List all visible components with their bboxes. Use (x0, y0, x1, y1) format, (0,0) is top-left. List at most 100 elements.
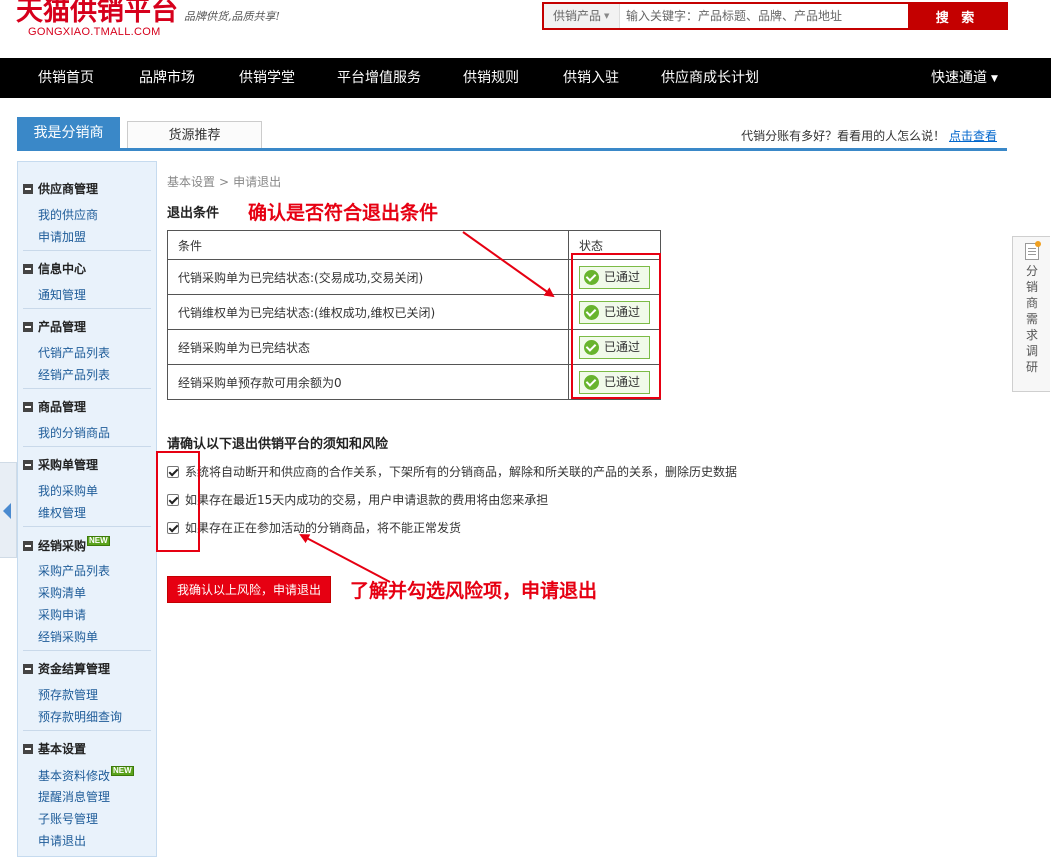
nav-brand-market[interactable]: 品牌市场 (139, 58, 195, 98)
sidebar-group-wholesale-purchase[interactable]: 经销采购 NEW (23, 536, 110, 554)
sidebar-item-purchase-request[interactable]: 采购申请 (38, 606, 86, 623)
risk-section-title: 请确认以下退出供销平台的须知和风险 (167, 437, 389, 452)
sidebar-item-apply-exit[interactable]: 申请退出 (38, 832, 86, 849)
sidebar-group-products[interactable]: 产品管理 (23, 318, 86, 335)
sidebar-item-my-suppliers[interactable]: 我的供应商 (38, 206, 98, 223)
breadcrumb-current: 申请退出 (233, 175, 282, 189)
logo-slogan: 品牌供货,品质共享! (184, 10, 280, 23)
sidebar-item-label: 基本资料修改 (38, 769, 111, 783)
nav-rules[interactable]: 供销规则 (463, 58, 519, 98)
collapse-icon (23, 541, 33, 551)
confirm-exit-button[interactable]: 我确认以上风险，申请退出 (167, 576, 331, 603)
nav-join[interactable]: 供销入驻 (563, 58, 619, 98)
tmall-gongxiao-logo[interactable]: 天猫供销平台 品牌供货,品质共享! GONGXIAO.TMALL.COM (16, 0, 306, 40)
breadcrumb-separator: > (219, 175, 230, 189)
divider (23, 308, 151, 309)
sidebar-item-notifications[interactable]: 通知管理 (38, 286, 86, 303)
sidebar-group-label: 经销采购 (38, 539, 87, 553)
column-header-condition: 条件 (167, 230, 569, 260)
sidebar-group-purchase-orders[interactable]: 采购单管理 (23, 456, 98, 473)
sidebar-item-edit-profile[interactable]: 基本资料修改 NEW (38, 766, 134, 784)
risk-item: 系统将自动断开和供应商的合作关系，下架所有的分销商品，解除和所关联的产品的关系，… (167, 463, 737, 480)
sidebar-group-label: 资金结算管理 (38, 662, 111, 676)
survey-label: 分销商需求调研 (1025, 264, 1038, 374)
tab-source-recommend[interactable]: 货源推荐 (127, 121, 262, 149)
sidebar-group-supplier[interactable]: 供应商管理 (23, 180, 98, 197)
sidebar-item-wholesale-products[interactable]: 经销产品列表 (38, 366, 110, 383)
condition-cell: 经销采购单为已完结状态 (167, 329, 569, 365)
main-nav: 供销首页 品牌市场 供销学堂 平台增值服务 供销规则 供销入驻 供应商成长计划 … (0, 58, 1051, 98)
nav-academy[interactable]: 供销学堂 (239, 58, 295, 98)
new-badge: NEW (111, 766, 134, 776)
collapse-icon (23, 664, 33, 674)
dropdown-arrow-icon: ▼ (604, 12, 610, 20)
new-badge: NEW (87, 536, 110, 546)
nav-growth-plan[interactable]: 供应商成长计划 (661, 58, 759, 98)
sidebar-item-reminders[interactable]: 提醒消息管理 (38, 788, 110, 805)
sidebar-item-rights-management[interactable]: 维权管理 (38, 504, 86, 521)
condition-cell: 经销采购单预存款可用余额为0 (167, 364, 569, 400)
sidebar-item-my-purchase-orders[interactable]: 我的采购单 (38, 482, 98, 499)
sidebar-item-purchase-product-list[interactable]: 采购产品列表 (38, 562, 110, 579)
promo-notice-link[interactable]: 点击查看 (949, 129, 997, 143)
annotation-check-risks: 了解并勾选风险项，申请退出 (350, 580, 598, 602)
collapse-icon (23, 184, 33, 194)
collapse-icon (23, 402, 33, 412)
sidebar-group-label: 商品管理 (38, 400, 87, 414)
quick-access-label: 快速通道 (931, 70, 987, 86)
search-input[interactable] (620, 4, 908, 28)
divider (23, 388, 151, 389)
breadcrumb-item[interactable]: 基本设置 (167, 175, 215, 189)
sidebar-item-apply-join[interactable]: 申请加盟 (38, 228, 86, 245)
checkbox-highlight-box (156, 451, 200, 552)
annotation-arrow-to-checkboxes (299, 534, 391, 583)
caret-down-icon: ▼ (991, 74, 998, 84)
nav-home[interactable]: 供销首页 (38, 58, 94, 98)
status-highlight-box (571, 253, 661, 399)
logo-domain: GONGXIAO.TMALL.COM (28, 26, 161, 38)
divider (23, 730, 151, 731)
sidebar-item-wholesale-orders[interactable]: 经销采购单 (38, 628, 98, 645)
collapse-icon (23, 264, 33, 274)
divider (23, 650, 151, 651)
nav-value-added[interactable]: 平台增值服务 (337, 58, 421, 98)
risk-item: 如果存在最近15天内成功的交易，用户申请退款的费用将由您来承担 (167, 491, 548, 508)
breadcrumb: 基本设置 > 申请退出 (167, 173, 281, 190)
collapse-icon (23, 460, 33, 470)
tab-distributor[interactable]: 我是分销商 (17, 117, 120, 149)
sidebar-group-label: 基本设置 (38, 742, 87, 756)
search-button[interactable]: 搜 索 (908, 4, 1006, 28)
risk-text: 系统将自动断开和供应商的合作关系，下架所有的分销商品，解除和所关联的产品的关系，… (185, 465, 738, 479)
sidebar-item-purchase-list[interactable]: 采购清单 (38, 584, 86, 601)
sidebar-group-label: 供应商管理 (38, 182, 99, 196)
sidebar-item-consign-products[interactable]: 代销产品列表 (38, 344, 110, 361)
divider (23, 526, 151, 527)
risk-text: 如果存在正在参加活动的分销商品，将不能正常发货 (185, 521, 462, 535)
survey-notepad-icon (1025, 241, 1041, 260)
survey-floating-tab[interactable]: 分销商需求调研 (1012, 236, 1050, 392)
search-category-label: 供销产品 (553, 9, 602, 23)
promo-notice-text: 代销分账有多好？看看用的人怎么说！ (741, 129, 946, 143)
collapse-icon (23, 322, 33, 332)
promo-notice: 代销分账有多好？看看用的人怎么说！ 点击查看 (741, 127, 997, 144)
sidebar-group-label: 信息中心 (38, 262, 87, 276)
risk-text: 如果存在最近15天内成功的交易，用户申请退款的费用将由您来承担 (185, 493, 549, 507)
search-category-select[interactable]: 供销产品 ▼ (544, 4, 620, 28)
divider (23, 250, 151, 251)
sidebar-item-deposit-details[interactable]: 预存款明细查询 (38, 708, 122, 725)
sidebar-group-settings[interactable]: 基本设置 (23, 740, 86, 757)
sidebar-group-label: 产品管理 (38, 320, 87, 334)
sidebar-group-goods[interactable]: 商品管理 (23, 398, 86, 415)
logo-title: 天猫供销平台 (16, 0, 178, 27)
risk-item: 如果存在正在参加活动的分销商品，将不能正常发货 (167, 519, 461, 536)
sidebar-group-info[interactable]: 信息中心 (23, 260, 86, 277)
sidebar-collapse-toggle[interactable] (0, 462, 17, 558)
sidebar-item-my-goods[interactable]: 我的分销商品 (38, 424, 110, 441)
annotation-check-conditions: 确认是否符合退出条件 (248, 202, 439, 224)
sidebar-item-sub-accounts[interactable]: 子账号管理 (38, 810, 98, 827)
nav-quick-access[interactable]: 快速通道 ▼ (931, 58, 998, 98)
sidebar-group-funds[interactable]: 资金结算管理 (23, 660, 110, 677)
collapse-icon (23, 744, 33, 754)
sidebar-item-deposit-management[interactable]: 预存款管理 (38, 686, 98, 703)
search-bar: 供销产品▼ 搜 索 (542, 2, 1008, 30)
